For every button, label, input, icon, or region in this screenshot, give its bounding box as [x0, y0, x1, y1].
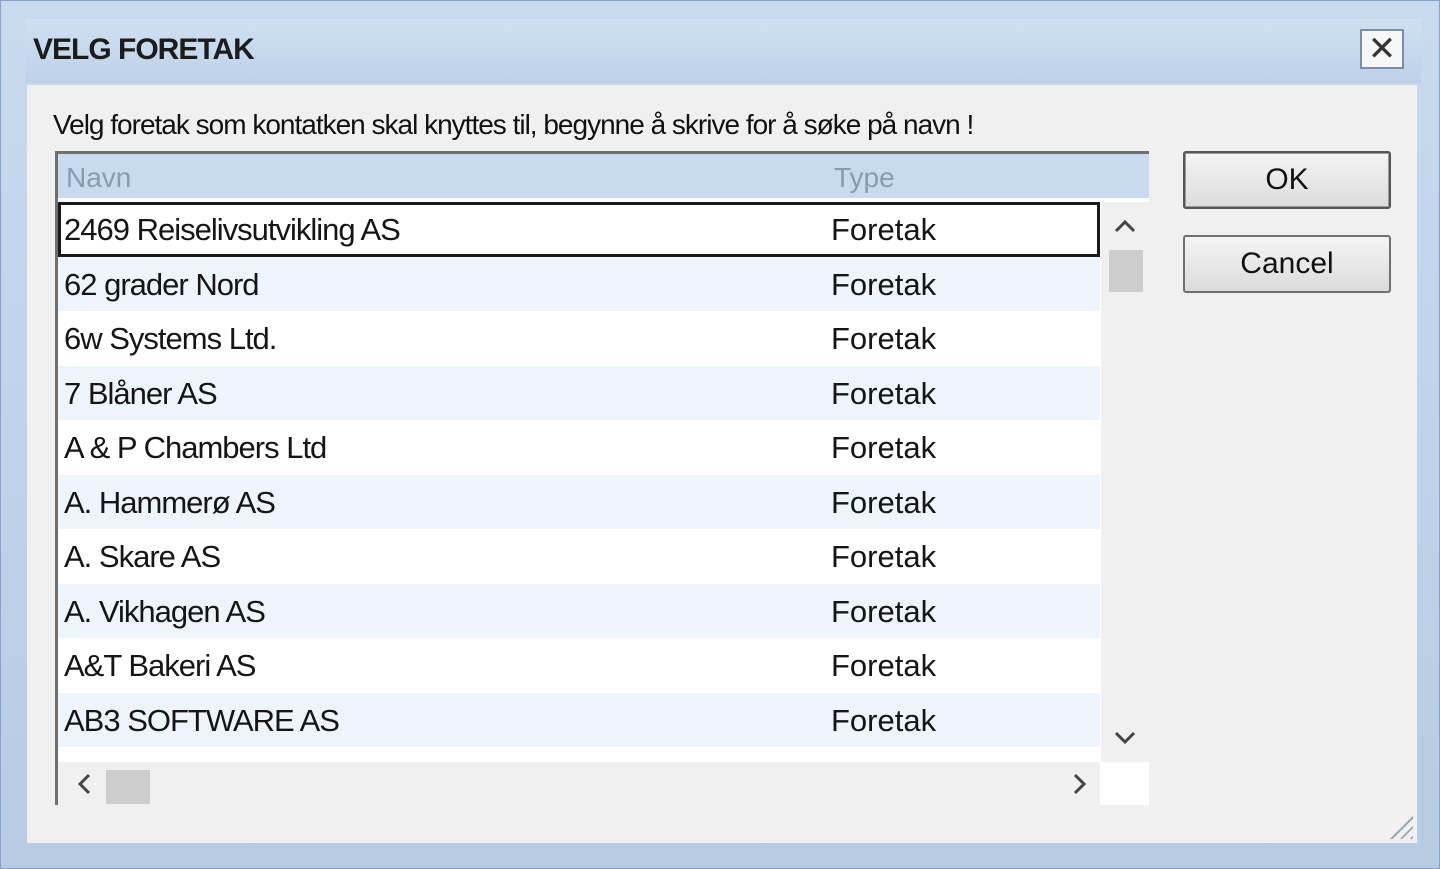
- vertical-scroll-thumb[interactable]: [1109, 250, 1143, 292]
- horizontal-scroll-thumb[interactable]: [106, 770, 150, 804]
- list-row[interactable]: A. Hammerø AS Foretak: [58, 474, 1100, 529]
- row-type: Foretak: [831, 539, 937, 574]
- row-type: Foretak: [831, 593, 937, 629]
- list-row[interactable]: A & P Chambers Ltd Foretak: [58, 420, 1100, 475]
- vertical-scrollbar[interactable]: [1101, 202, 1149, 762]
- row-name: A & P Chambers Ltd: [64, 430, 327, 465]
- close-icon: ✕: [1367, 30, 1397, 68]
- instruction-text: Velg foretak som kontatken skal knyttes …: [53, 109, 974, 140]
- row-type: Foretak: [831, 484, 937, 520]
- chevron-up-icon[interactable]: [1101, 206, 1149, 246]
- row-type: Foretak: [831, 212, 937, 247]
- dialog-body: Velg foretak som kontatken skal knyttes …: [27, 85, 1417, 843]
- list-row[interactable]: A. Vikhagen AS Foretak: [58, 583, 1100, 638]
- horizontal-scrollbar[interactable]: [58, 762, 1100, 806]
- row-type: Foretak: [831, 702, 937, 738]
- row-name: 2469 Reiselivsutvikling AS: [64, 212, 401, 247]
- list-row[interactable]: 6w Systems Ltd. Foretak: [58, 311, 1100, 366]
- row-name: 62 grader Nord: [64, 266, 260, 302]
- row-name: A. Skare AS: [64, 539, 221, 574]
- row-name: A. Vikhagen AS: [64, 593, 266, 629]
- ok-button[interactable]: OK: [1183, 151, 1391, 209]
- list-row[interactable]: AB3 SOFTWARE AS Foretak: [58, 692, 1100, 747]
- list-row[interactable]: 2469 Reiselivsutvikling AS Foretak: [58, 202, 1100, 257]
- row-name: A&T Bakeri AS: [64, 648, 256, 683]
- row-type: Foretak: [831, 321, 937, 356]
- title-bar[interactable]: VELG FORETAK ✕: [25, 19, 1421, 83]
- chevron-left-icon[interactable]: [64, 762, 104, 806]
- list-rows: 2469 Reiselivsutvikling AS Foretak 62 gr…: [58, 202, 1100, 747]
- chevron-down-icon[interactable]: [1101, 718, 1149, 758]
- dialog-window: VELG FORETAK ✕ Velg foretak som kontatke…: [0, 0, 1440, 869]
- row-type: Foretak: [831, 430, 937, 465]
- row-type: Foretak: [831, 266, 937, 302]
- column-header-type[interactable]: Type: [834, 162, 895, 194]
- cancel-button[interactable]: Cancel: [1183, 235, 1391, 293]
- company-list[interactable]: Navn Type 2469 Reiselivsutvikling AS For…: [55, 151, 1149, 806]
- row-name: 7 Blåner AS: [64, 375, 218, 411]
- list-row[interactable]: A. Skare AS Foretak: [58, 529, 1100, 584]
- column-header-name[interactable]: Navn: [66, 162, 131, 194]
- resize-grip-icon[interactable]: [1383, 809, 1413, 839]
- chevron-right-icon[interactable]: [1060, 762, 1100, 806]
- close-button[interactable]: ✕: [1360, 29, 1404, 69]
- dialog-title: VELG FORETAK: [33, 33, 255, 66]
- row-type: Foretak: [831, 648, 937, 683]
- list-row[interactable]: 62 grader Nord Foretak: [58, 256, 1100, 311]
- row-name: 6w Systems Ltd.: [64, 321, 277, 356]
- row-name: AB3 SOFTWARE AS: [64, 702, 340, 738]
- list-row[interactable]: A&T Bakeri AS Foretak: [58, 638, 1100, 693]
- row-type: Foretak: [831, 375, 937, 411]
- list-row[interactable]: 7 Blåner AS Foretak: [58, 365, 1100, 420]
- row-name: A. Hammerø AS: [64, 484, 276, 520]
- list-header: Navn Type: [58, 154, 1149, 198]
